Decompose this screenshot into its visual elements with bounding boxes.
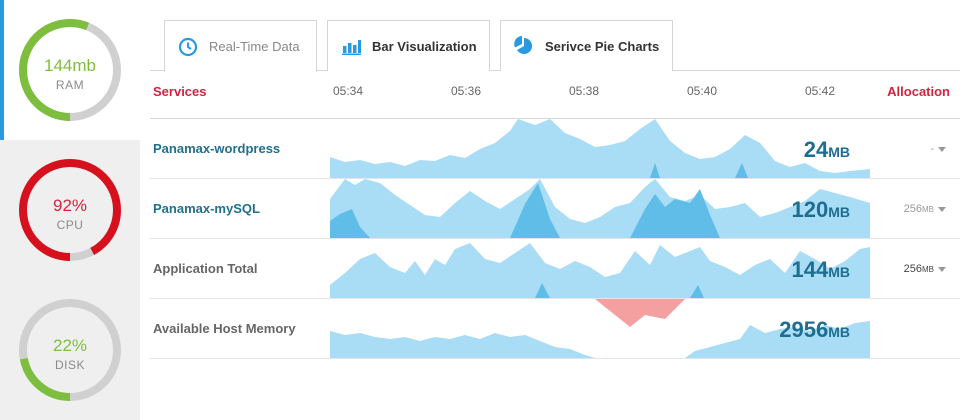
usage-value: 2956MB [779,317,850,343]
tab-label: Real-Time Data [209,39,300,54]
tab-label: Bar Visualization [372,38,477,54]
time-tick: 05:38 [568,84,600,98]
service-row-application-total: Application Total 144MB 256MB [150,239,960,299]
chevron-down-icon [938,146,946,152]
time-tick: 05:40 [686,84,718,98]
allocation-select[interactable]: - [930,143,946,155]
cpu-label: CPU [56,218,84,232]
chevron-down-icon [938,266,946,272]
allocation-value: - [930,143,934,155]
gauge-sidebar: 144mb RAM 92% CPU 22% DISK [0,0,140,420]
usage-number: 120 [791,197,829,222]
usage-unit: MB [828,264,850,280]
clock-icon [178,37,198,56]
tab-real-time-data[interactable]: Real-Time Data [164,20,317,72]
allocation-value: 256 [903,263,922,275]
allocation-value: 256 [903,203,922,215]
cpu-gauge-card[interactable]: 92% CPU [0,140,140,280]
tab-bar-visualization[interactable]: Bar Visualization [327,20,490,71]
disk-gauge-card[interactable]: 22% DISK [0,280,140,420]
ram-value: 144mb [44,56,96,75]
disk-value: 22% [52,336,88,355]
usage-unit: MB [828,204,850,220]
service-name: Application Total [153,261,258,276]
time-tick: 05:42 [804,84,836,98]
service-name[interactable]: Panamax-wordpress [153,141,280,156]
row-divider [150,358,960,359]
time-tick: 05:36 [450,84,482,98]
usage-number: 24 [803,137,829,162]
allocation-unit: MB [922,205,934,214]
usage-value: 120MB [792,197,851,223]
tab-bar: Real-Time Data Bar Visualization Serivce… [150,0,960,72]
allocation-unit: MB [922,265,934,274]
tab-label: Serivce Pie Charts [545,38,660,54]
usage-number: 144 [791,257,829,282]
allocation-select[interactable]: 256MB [904,263,946,275]
sparkline-area-chart [330,119,870,178]
service-name: Available Host Memory [153,321,296,336]
allocation-header: Allocation [887,84,950,99]
sparkline-area-chart [330,243,870,298]
usage-value: 24MB [804,137,850,163]
host-memory-row: Available Host Memory 2956MB [150,299,960,359]
bar-chart-icon [342,40,361,55]
services-header: Services [153,84,207,99]
usage-unit: MB [828,144,850,160]
tab-service-pie-charts[interactable]: Serivce Pie Charts [500,20,673,71]
usage-unit: MB [828,324,850,340]
service-row-mysql: Panamax-mySQL 120MB 256MB [150,179,960,239]
chevron-down-icon [938,206,946,212]
usage-value: 144MB [792,257,851,283]
pie-chart-icon [514,36,533,54]
usage-number: 2956 [779,317,829,342]
ram-label: RAM [55,78,85,92]
sparkline-area-chart [330,179,870,238]
service-row-wordpress: Panamax-wordpress 24MB - [150,119,960,179]
allocation-select[interactable]: 256MB [904,203,946,215]
time-tick: 05:34 [332,84,364,98]
ram-gauge-card[interactable]: 144mb RAM [0,0,140,140]
service-name[interactable]: Panamax-mySQL [153,201,260,216]
disk-label: DISK [54,358,85,372]
cpu-value: 92% [52,196,88,215]
